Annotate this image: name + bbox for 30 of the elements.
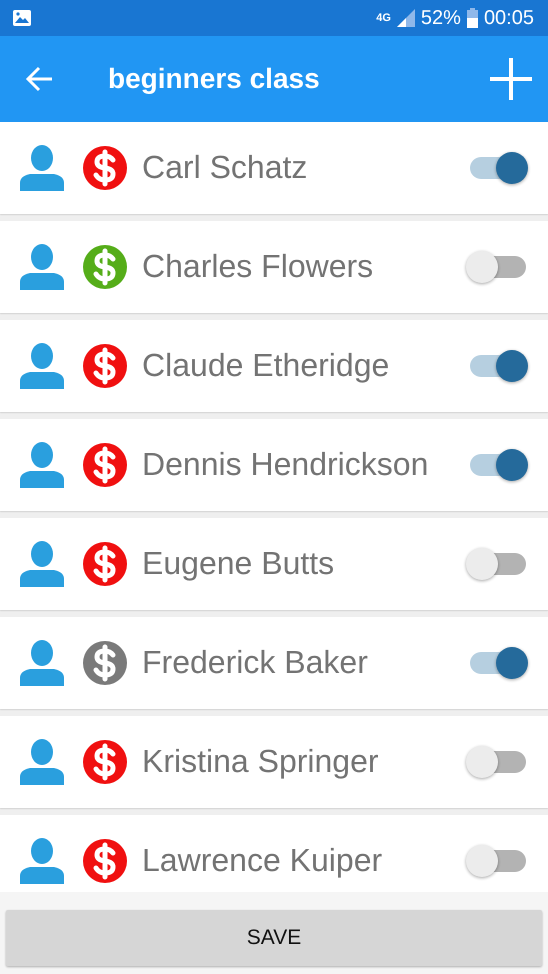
screen-title: beginners class bbox=[108, 63, 321, 95]
clock: 00:05 bbox=[484, 6, 534, 30]
battery-percent: 52% bbox=[420, 6, 461, 30]
toggle-switch[interactable] bbox=[466, 746, 528, 778]
person-icon bbox=[18, 145, 66, 191]
network-type: 4G bbox=[376, 12, 391, 24]
person-icon bbox=[18, 739, 66, 785]
signal-icon bbox=[396, 9, 415, 27]
save-button[interactable]: SAVE bbox=[6, 910, 542, 966]
person-icon bbox=[18, 541, 66, 587]
toggle-switch[interactable] bbox=[466, 845, 528, 877]
battery-icon bbox=[466, 8, 478, 28]
student-name: Kristina Springer bbox=[142, 744, 380, 780]
student-name: Claude Etheridge bbox=[142, 348, 390, 384]
person-icon bbox=[18, 442, 66, 488]
person-icon bbox=[18, 244, 66, 290]
student-name: Lawrence Kuiper bbox=[142, 843, 384, 879]
toggle-switch[interactable] bbox=[466, 251, 528, 283]
person-icon bbox=[18, 838, 66, 884]
student-name: Eugene Butts bbox=[142, 546, 336, 582]
toggle-switch[interactable] bbox=[466, 548, 528, 580]
person-icon bbox=[18, 343, 66, 389]
student-name: Carl Schatz bbox=[142, 150, 308, 186]
student-name: Charles Flowers bbox=[142, 249, 374, 285]
add-button[interactable] bbox=[490, 58, 532, 100]
back-button[interactable] bbox=[26, 66, 54, 92]
student-name: Frederick Baker bbox=[142, 645, 369, 681]
person-icon bbox=[18, 640, 66, 686]
student-name: Dennis Hendrickson bbox=[142, 447, 430, 483]
image-icon bbox=[12, 9, 32, 27]
